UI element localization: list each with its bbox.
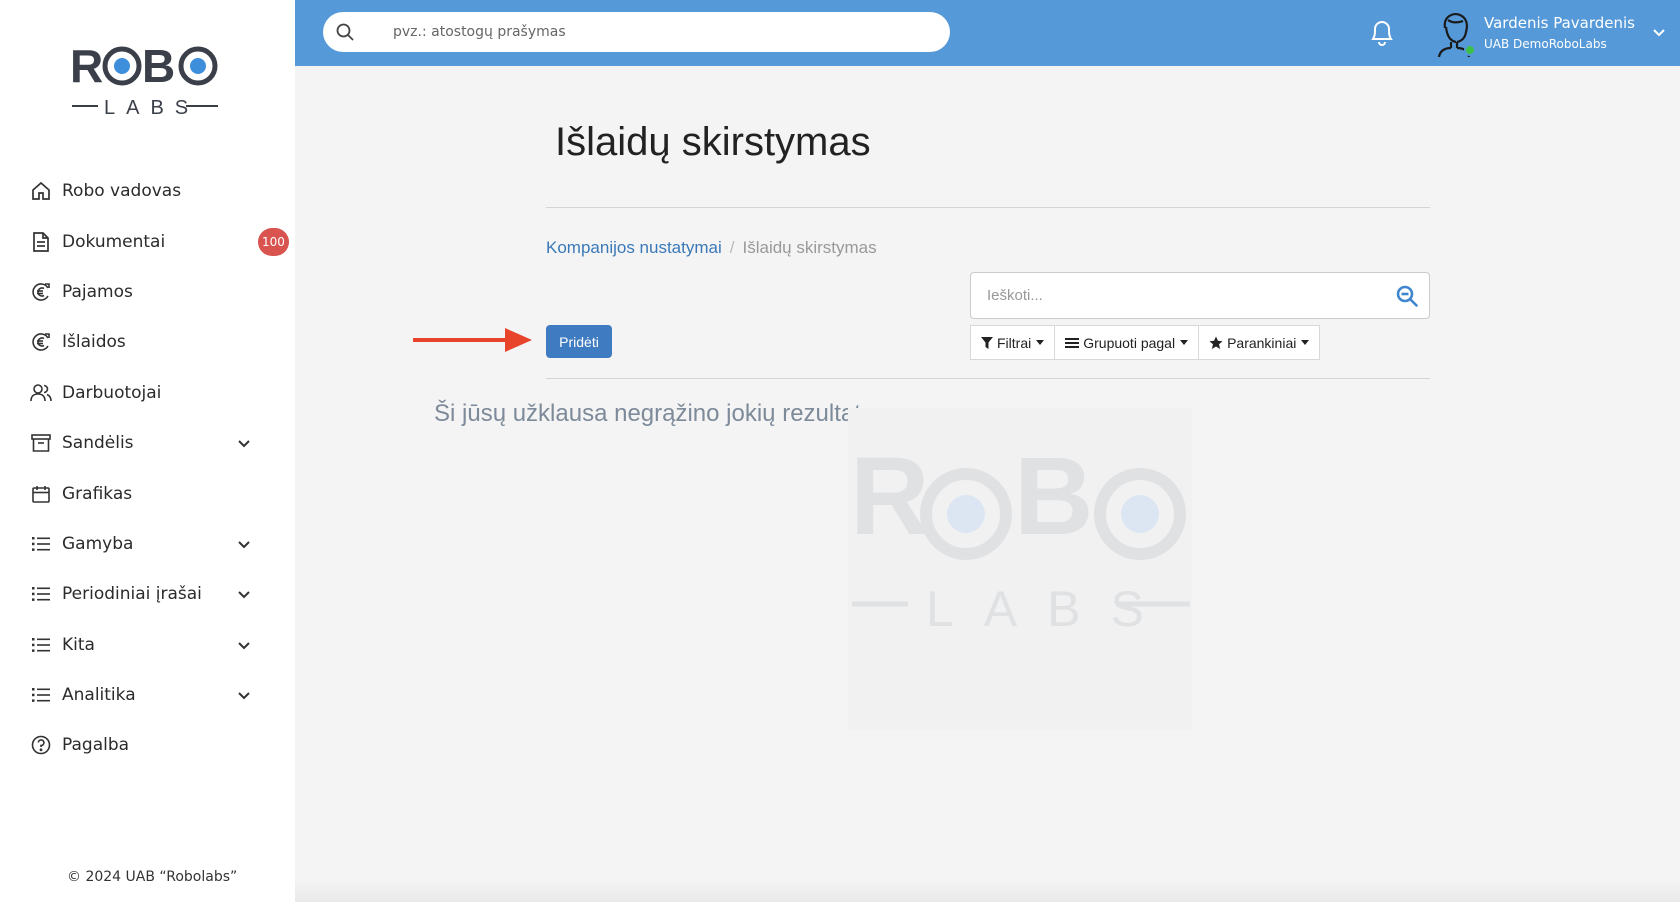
- list-search-input[interactable]: [987, 273, 1387, 318]
- sidebar-item-dokumentai[interactable]: Dokumentai 100: [0, 216, 295, 266]
- users-icon: [30, 382, 52, 404]
- filter-icon: [981, 336, 993, 349]
- user-company[interactable]: UAB DemoRoboLabs: [1484, 37, 1607, 51]
- search-icon[interactable]: [1395, 284, 1419, 308]
- sidebar-item-label: Išlaidos: [62, 332, 126, 353]
- svg-text:LABS: LABS: [104, 97, 199, 119]
- sidebar-item-periodiniai-irasai[interactable]: Periodiniai įrašai: [0, 569, 295, 619]
- calendar-icon: [30, 483, 52, 505]
- search-icon: [335, 22, 355, 47]
- sidebar-item-label: Kita: [62, 634, 95, 655]
- no-results-message: Ši jūsų užklausa negrąžino jokių rezulta…: [434, 400, 875, 427]
- search-options-toolbar: Filtrai Grupuoti pagal Parankiniai: [970, 325, 1321, 360]
- archive-icon: [30, 432, 52, 454]
- svg-text:LABS: LABS: [926, 581, 1174, 637]
- online-status-dot: [1464, 44, 1476, 56]
- copyright-text: © 2024 UAB “Robolabs”: [67, 869, 238, 885]
- document-icon: [30, 231, 52, 253]
- euro-circle-icon: [30, 331, 52, 353]
- sidebar-item-label: Analitika: [62, 685, 136, 706]
- chevron-down-icon: [236, 586, 252, 602]
- annotation-arrow-icon: [413, 326, 533, 354]
- chevron-down-icon[interactable]: [1651, 24, 1667, 40]
- sidebar-item-pajamos[interactable]: Pajamos: [0, 267, 295, 317]
- footer-shadow: [295, 880, 1680, 902]
- user-name[interactable]: Vardenis Pavardenis: [1484, 14, 1635, 32]
- sidebar-item-label: Grafikas: [62, 483, 133, 504]
- sidebar-item-label: Robo vadovas: [62, 181, 182, 202]
- sidebar-item-gamyba[interactable]: Gamyba: [0, 519, 295, 569]
- sidebar-item-label: Pagalba: [62, 735, 130, 756]
- favorites-label: Parankiniai: [1227, 334, 1297, 351]
- sidebar-item-label: Darbuotojai: [62, 382, 162, 403]
- breadcrumb-link-kompanijos-nustatymai[interactable]: Kompanijos nustatymai: [546, 238, 722, 257]
- sidebar-item-label: Pajamos: [62, 281, 133, 302]
- chevron-down-icon: [236, 536, 252, 552]
- sidebar-item-sandelis[interactable]: Sandėlis: [0, 418, 295, 468]
- filters-label: Filtrai: [997, 334, 1032, 351]
- list-icon: [30, 634, 52, 656]
- robolabs-watermark-logo: R B LABS: [848, 408, 1192, 730]
- global-search-input[interactable]: [393, 12, 933, 52]
- help-icon: [30, 734, 52, 756]
- sidebar: R B LABS Robo vadovas Dokumentai 100 Paj…: [0, 0, 295, 902]
- bars-icon: [1065, 337, 1080, 349]
- sidebar-nav: Robo vadovas Dokumentai 100 Pajamos Išla…: [0, 166, 295, 771]
- global-search[interactable]: [323, 12, 950, 52]
- documents-count-badge: 100: [258, 227, 289, 256]
- svg-text:R: R: [850, 435, 929, 558]
- sidebar-item-pagalba[interactable]: Pagalba: [0, 720, 295, 770]
- sidebar-item-label: Periodiniai įrašai: [62, 584, 202, 605]
- sidebar-item-grafikas[interactable]: Grafikas: [0, 468, 295, 518]
- notification-bell-icon[interactable]: [1368, 17, 1396, 47]
- list-icon: [30, 533, 52, 555]
- favorites-dropdown-button[interactable]: Parankiniai: [1199, 325, 1321, 360]
- list-icon: [30, 684, 52, 706]
- home-icon: [30, 180, 52, 202]
- sidebar-item-robo-vadovas[interactable]: Robo vadovas: [0, 166, 295, 216]
- breadcrumb-separator: /: [729, 238, 735, 257]
- avatar[interactable]: [1430, 8, 1480, 58]
- add-button[interactable]: Pridėti: [546, 325, 612, 358]
- list-search[interactable]: [970, 272, 1430, 319]
- sidebar-item-label: Dokumentai: [62, 231, 166, 252]
- chevron-down-icon: [236, 637, 252, 653]
- caret-down-icon: [1301, 340, 1310, 345]
- top-bar: Vardenis Pavardenis UAB DemoRoboLabs: [295, 0, 1680, 66]
- divider: [546, 207, 1430, 208]
- svg-text:B: B: [1014, 435, 1093, 558]
- chevron-down-icon: [236, 687, 252, 703]
- sidebar-item-islaidos[interactable]: Išlaidos: [0, 317, 295, 367]
- caret-down-icon: [1036, 340, 1045, 345]
- sidebar-item-label: Sandėlis: [62, 433, 134, 454]
- svg-text:B: B: [142, 42, 175, 92]
- list-icon: [30, 583, 52, 605]
- euro-circle-icon: [30, 281, 52, 303]
- star-icon: [1209, 336, 1223, 350]
- sidebar-item-kita[interactable]: Kita: [0, 620, 295, 670]
- sidebar-item-analitika[interactable]: Analitika: [0, 670, 295, 720]
- chevron-down-icon: [236, 435, 252, 451]
- breadcrumb-current: Išlaidų skirstymas: [742, 238, 877, 257]
- svg-text:R: R: [70, 42, 103, 92]
- caret-down-icon: [1180, 340, 1189, 345]
- filters-dropdown-button[interactable]: Filtrai: [970, 325, 1056, 360]
- divider: [546, 378, 1430, 379]
- group-by-label: Grupuoti pagal: [1083, 334, 1176, 351]
- page-title: Išlaidų skirstymas: [555, 120, 871, 164]
- group-by-dropdown-button[interactable]: Grupuoti pagal: [1055, 325, 1200, 360]
- sidebar-item-label: Gamyba: [62, 533, 134, 554]
- breadcrumb: Kompanijos nustatymai / Išlaidų skirstymas: [546, 238, 877, 258]
- robolabs-logo[interactable]: R B LABS: [70, 42, 220, 120]
- sidebar-item-darbuotojai[interactable]: Darbuotojai: [0, 368, 295, 418]
